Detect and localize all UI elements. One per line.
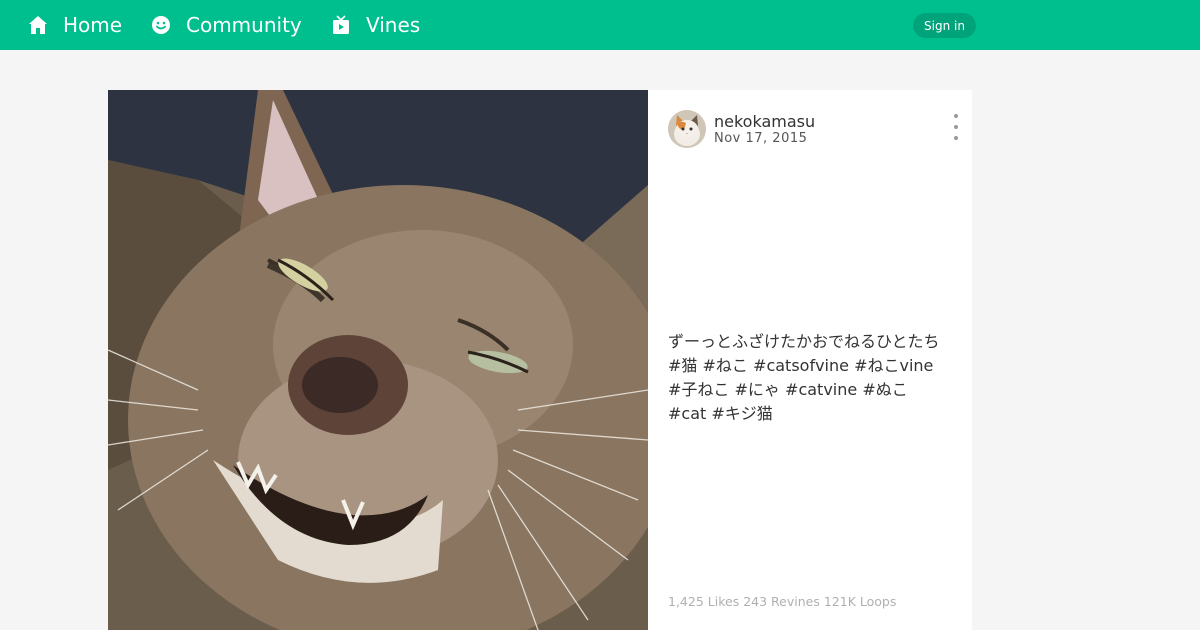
more-vertical-icon[interactable]	[948, 114, 964, 140]
cat-video-frame	[108, 90, 648, 630]
nav-vines[interactable]: Vines	[330, 0, 420, 50]
revines-label: Revines	[771, 594, 820, 609]
loops-count: 121K	[823, 594, 856, 609]
hashtag[interactable]: #キジ猫	[711, 404, 772, 423]
post-details-panel: nekokamasu Nov 17, 2015 ずーっとふざけたかおでねるひとた…	[648, 90, 972, 630]
hashtag[interactable]: #ぬこ	[862, 380, 907, 399]
post-username[interactable]: nekokamasu	[714, 112, 815, 131]
user-avatar[interactable]	[668, 110, 706, 148]
sign-in-button[interactable]: Sign in	[913, 13, 976, 38]
loops-label: Loops	[859, 594, 897, 609]
hashtag[interactable]: #catvine	[785, 380, 857, 399]
caption-text: ずーっとふざけたかおでねるひとたち	[668, 332, 940, 351]
nav-home[interactable]: Home	[27, 0, 122, 50]
hashtag[interactable]: #ねこ	[703, 356, 748, 375]
nav-community[interactable]: Community	[150, 0, 302, 50]
nav-community-label: Community	[186, 13, 302, 37]
hashtag[interactable]: #猫	[668, 356, 697, 375]
hashtag[interactable]: #catsofvine	[753, 356, 849, 375]
hashtag[interactable]: #ねこvine	[854, 356, 933, 375]
revines-count: 243	[743, 594, 768, 609]
likes-count: 1,425	[668, 594, 704, 609]
hashtag[interactable]: #子ねこ	[668, 380, 729, 399]
post-date: Nov 17, 2015	[714, 131, 808, 146]
smiley-icon	[150, 14, 172, 36]
post-stats: 1,425 Likes 243 Revines 121K Loops	[668, 594, 896, 609]
hashtag[interactable]: #にゃ	[735, 380, 780, 399]
hashtag[interactable]: #cat	[668, 404, 706, 423]
post-caption: ずーっとふざけたかおでねるひとたち #猫 #ねこ #catsofvine #ねこ…	[668, 330, 948, 426]
likes-label: Likes	[707, 594, 740, 609]
nav-vines-label: Vines	[366, 13, 421, 37]
home-icon	[27, 14, 49, 36]
tv-icon	[330, 14, 352, 36]
top-navigation-bar: Home Community Vines Sign in	[0, 0, 1200, 50]
vine-video-player[interactable]	[108, 90, 648, 630]
nav-home-label: Home	[63, 13, 123, 37]
